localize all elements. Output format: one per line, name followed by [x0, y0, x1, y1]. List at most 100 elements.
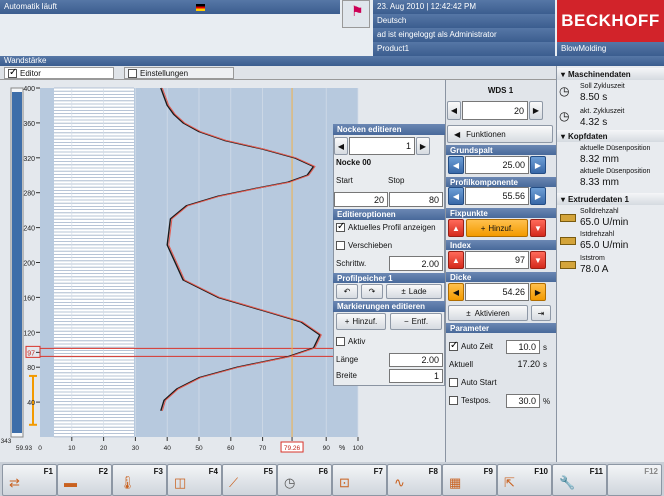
kopf-header[interactable]: ▾ Kopfdaten — [557, 130, 664, 142]
autostart-option[interactable]: Auto Start — [449, 378, 497, 387]
width-field[interactable]: 1 — [389, 369, 443, 383]
f9-button[interactable]: F9 ▦ — [442, 464, 497, 496]
stripe-band — [54, 88, 134, 437]
autozeit-checkbox[interactable] — [449, 340, 458, 351]
active-checkbox[interactable] — [336, 337, 345, 346]
f12-button[interactable]: F12 — [607, 464, 662, 496]
profilkomp-dec-button[interactable]: ◀ — [448, 187, 464, 205]
f4-button[interactable]: F4 ◫ — [167, 464, 222, 496]
f7-label: F7 — [373, 467, 383, 476]
x-zero-label: 0 — [38, 445, 42, 452]
nocken-title: Nocken editieren — [333, 124, 445, 135]
f3-button[interactable]: F3 🌡 — [112, 464, 167, 496]
fix-add-button[interactable]: + Hinzuf. — [466, 219, 528, 237]
f2-button[interactable]: F2 ▬ — [57, 464, 112, 496]
activate-button[interactable]: ± Aktivieren — [448, 305, 528, 321]
start-field[interactable]: 20 — [334, 192, 388, 207]
autozeit-label: Auto Zeit — [461, 342, 494, 351]
autostart-checkbox[interactable] — [449, 378, 458, 387]
activate-label: Aktivieren — [474, 308, 510, 318]
extruder-icon — [560, 237, 576, 245]
fix-prev-button[interactable]: ▲ — [448, 219, 464, 237]
istdreh-value: 65.0 U/min — [580, 240, 629, 251]
f8-button[interactable]: F8 ∿ — [387, 464, 442, 496]
f7-button[interactable]: F7 ⊡ — [332, 464, 387, 496]
machine-header[interactable]: ▾ Maschinendaten — [557, 68, 664, 80]
soll-label: Soll Zykluszeit — [580, 83, 625, 90]
x-tick-label: 60 — [227, 445, 235, 452]
f11-button[interactable]: F11 🔧 — [552, 464, 607, 496]
solldreh-value: 65.0 U/min — [580, 217, 629, 228]
testpos-option[interactable]: Testpos. — [449, 396, 491, 405]
tab-editor[interactable]: Editor — [4, 67, 114, 79]
autozeit-field[interactable]: 10.0 — [506, 340, 540, 354]
grundspalt-dec-button[interactable]: ◀ — [448, 156, 464, 174]
index-field[interactable]: 97 — [465, 251, 529, 269]
f6-button[interactable]: F6 ◷ — [277, 464, 332, 496]
shift-label: Verschieben — [348, 241, 393, 250]
profil-title: Profilpeicher 1 — [333, 273, 445, 283]
chevron-left-icon: ◀ — [454, 129, 461, 139]
duese2-value: 8.33 mm — [580, 177, 619, 188]
f9-label: F9 — [483, 467, 493, 476]
step-label: Schrittw. — [336, 259, 367, 268]
aktuell-unit: s — [543, 360, 547, 369]
editor-checkbox[interactable] — [8, 67, 17, 78]
functions-button[interactable]: ◀ Funktionen — [447, 125, 553, 143]
index-title: Index — [446, 240, 556, 250]
extruder-header[interactable]: ▾ Extruderdaten 1 — [557, 193, 664, 205]
language[interactable]: Deutsch — [373, 14, 555, 28]
mold-icon: ◫ — [174, 475, 187, 490]
f6-label: F6 — [318, 467, 328, 476]
tab-settings[interactable]: Einstellungen — [124, 67, 234, 79]
undo-button[interactable]: ↶ — [336, 284, 358, 299]
exit-button[interactable]: ⇥ — [531, 305, 551, 321]
wrench-icon: 🔧 — [559, 475, 576, 490]
remove-mark-button[interactable]: − Entf. — [390, 313, 442, 330]
load-button[interactable]: ± Lade — [386, 284, 442, 299]
x-tick-label: 90 — [323, 445, 331, 452]
extruder-title: Extruderdaten 1 — [568, 194, 629, 204]
wds-field[interactable]: 20 — [462, 101, 528, 120]
nocken-next-button[interactable]: ▶ — [416, 137, 430, 155]
grundspalt-inc-button[interactable]: ▶ — [530, 156, 546, 174]
f5-button[interactable]: F5 ⟋ — [222, 464, 277, 496]
y-tick-label: 360 — [23, 121, 35, 128]
wds-prev-button[interactable]: ◀ — [447, 101, 461, 120]
redo-button[interactable]: ↷ — [361, 284, 383, 299]
profilkomp-inc-button[interactable]: ▶ — [530, 187, 546, 205]
nocken-index-field[interactable]: 1 — [349, 137, 415, 155]
add-mark-button[interactable]: + Hinzuf. — [336, 313, 386, 330]
active-option[interactable]: Aktiv — [336, 337, 365, 346]
f10-button[interactable]: F10 ⇱ — [497, 464, 552, 496]
profilkomp-field[interactable]: 55.56 — [465, 187, 529, 205]
thickness-chart[interactable]: 400 360 320 280 240 200 160 120 97 80 40 10 20 30 40 50… — [0, 80, 372, 464]
index-down-button[interactable]: ▼ — [530, 251, 546, 269]
wds-next-button[interactable]: ▶ — [529, 101, 543, 120]
autozeit-option[interactable]: Auto Zeit — [449, 340, 494, 351]
chart-icon: ⊡ — [339, 475, 350, 490]
testpos-checkbox[interactable] — [449, 396, 458, 405]
nocken-prev-button[interactable]: ◀ — [334, 137, 348, 155]
dicke-inc-button[interactable]: ▶ — [530, 283, 546, 301]
dicke-field[interactable]: 54.26 — [465, 283, 529, 301]
index-up-button[interactable]: ▲ — [448, 251, 464, 269]
show-profile-checkbox[interactable] — [336, 221, 345, 232]
f1-button[interactable]: F1 ⇄ — [2, 464, 57, 496]
settings-checkbox[interactable] — [128, 68, 137, 78]
grundspalt-field[interactable]: 25.00 — [465, 156, 529, 174]
step-field[interactable]: 2.00 — [389, 256, 443, 271]
dicke-dec-button[interactable]: ◀ — [448, 283, 464, 301]
fix-next-button[interactable]: ▼ — [530, 219, 546, 237]
product-name[interactable]: Product1 — [373, 42, 555, 56]
akt-value: 4.32 s — [580, 117, 608, 128]
show-profile-option[interactable]: Aktuelles Profil anzeigen — [336, 221, 436, 232]
x-tick-label: 70 — [259, 445, 267, 452]
length-field[interactable]: 2.00 — [389, 353, 443, 367]
shift-option[interactable]: Verschieben — [336, 241, 392, 250]
flag-icon[interactable] — [196, 4, 205, 11]
stop-field[interactable]: 80 — [389, 192, 443, 207]
shift-checkbox[interactable] — [336, 241, 345, 250]
user-icon[interactable]: ⚑ — [342, 0, 370, 28]
testpos-field[interactable]: 30.0 — [506, 394, 540, 408]
